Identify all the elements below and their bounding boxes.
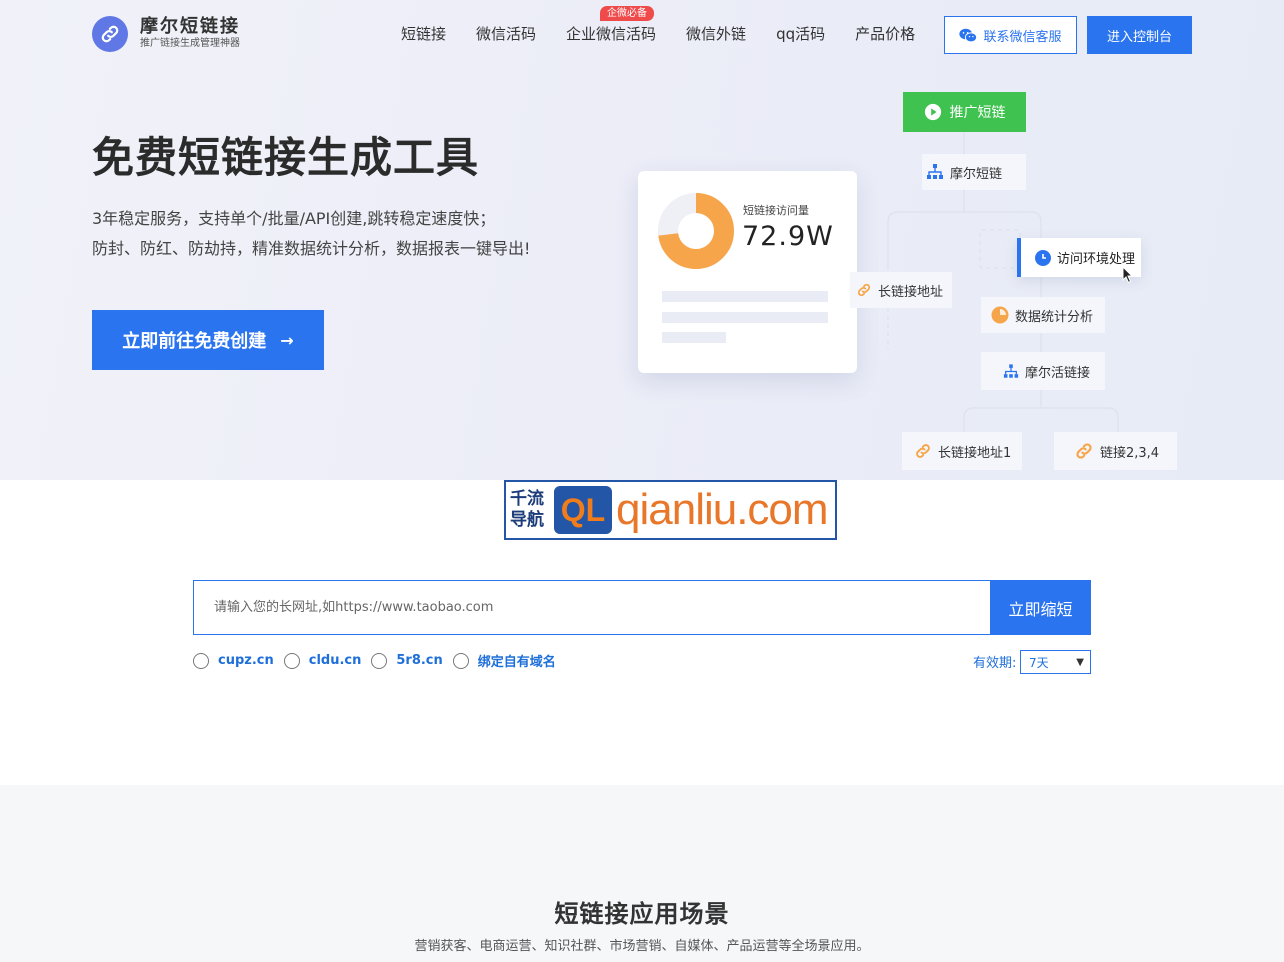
domain-label: 绑定自有域名: [477, 655, 556, 670]
node-long-link-1: 长链接地址1: [902, 432, 1022, 470]
hero-desc-line2: 防封、防红、防劫持，精准数据统计分析，数据报表一键导出!: [92, 239, 531, 258]
domain-option-custom[interactable]: 绑定自有域名: [452, 651, 556, 670]
domain-option[interactable]: cldu.cn: [283, 652, 362, 669]
create-free-button[interactable]: 立即前往免费创建 →: [92, 310, 324, 370]
link-chain-icon: [1074, 441, 1094, 461]
domain-option[interactable]: 5r8.cn: [371, 652, 443, 669]
nav-wechat-code[interactable]: 微信活码: [476, 24, 536, 44]
domain-label: cupz.cn: [218, 653, 274, 668]
validity-select[interactable]: 7天 ▼: [1020, 650, 1091, 674]
link-icon: [92, 16, 128, 52]
placeholder-bar: [662, 312, 828, 323]
nav-enterprise-wechat-label: 企业微信活码: [566, 25, 657, 43]
contact-wechat-label: 联系微信客服: [983, 29, 1062, 45]
wechat-icon: [959, 28, 978, 42]
validity-value: 7天: [1029, 655, 1049, 670]
scenarios-title: 短链接应用场景: [554, 900, 730, 928]
node-long-label: 长链接地址: [878, 284, 944, 300]
validity-label: 有效期:: [973, 656, 1017, 671]
link-chain-icon: [856, 282, 872, 298]
node-short-label: 摩尔短链: [950, 166, 1003, 182]
pie-chart-icon: [991, 306, 1009, 324]
qianliu-watermark-logo: 千流导航 QL qianliu.com: [504, 480, 837, 540]
radio-button[interactable]: [452, 652, 469, 669]
watermark-ql: QL: [554, 486, 612, 534]
clock-icon: [1035, 249, 1051, 266]
node-links-label: 链接2,3,4: [1100, 445, 1160, 461]
chevron-down-icon: ▼: [1076, 656, 1084, 668]
arrow-right-icon: →: [280, 330, 294, 350]
visits-stats-card: 短链接访问量 72.9W: [638, 171, 857, 373]
radio-button[interactable]: [193, 652, 209, 669]
console-button[interactable]: 进入控制台: [1087, 16, 1192, 54]
shorten-button[interactable]: 立即缩短: [990, 580, 1091, 635]
card-label: 短链接访问量: [743, 204, 809, 217]
card-value: 72.9W: [742, 221, 834, 252]
nav-pricing[interactable]: 产品价格: [855, 24, 915, 44]
promote-label: 推广短链: [949, 105, 1006, 121]
create-free-label: 立即前往免费创建: [122, 331, 267, 352]
nav-short-link[interactable]: 短链接: [401, 24, 446, 44]
node-env-label: 访问环境处理: [1057, 252, 1136, 267]
radio-button[interactable]: [283, 652, 300, 669]
nav-enterprise-wechat-code[interactable]: 企业微信活码 企微必备: [566, 6, 657, 44]
node-links-234: 链接2,3,4: [1054, 432, 1177, 470]
node-live-link: 摩尔活链接: [981, 352, 1105, 390]
sitemap-icon: [926, 164, 944, 180]
hero-desc-line1: 3年稳定服务，支持单个/批量/API创建,跳转稳定速度快；: [92, 209, 496, 228]
placeholder-bar: [662, 332, 726, 343]
hero-title: 免费短链接生成工具: [92, 133, 480, 182]
donut-chart-icon: [658, 193, 734, 269]
play-icon: [924, 103, 941, 121]
nav-qq-code[interactable]: qq活码: [776, 24, 825, 44]
domain-option[interactable]: cupz.cn: [193, 652, 274, 669]
watermark-cn: 千流导航: [510, 489, 544, 530]
brand-tagline: 推广链接生成管理神器: [140, 38, 240, 49]
nav-wechat-external[interactable]: 微信外链: [686, 24, 746, 44]
scenarios-subtitle: 营销获客、电商运营、知识社群、市场营销、自媒体、产品运营等全场景应用。: [414, 939, 870, 954]
link-chain-icon: [914, 442, 932, 460]
node-short-link: 摩尔短链: [922, 154, 1026, 190]
contact-wechat-button[interactable]: 联系微信客服: [944, 16, 1077, 54]
hero-section: 摩尔短链接 推广链接生成管理神器 短链接 微信活码 企业微信活码 企微必备 微信…: [0, 0, 1284, 480]
node-live-label: 摩尔活链接: [1025, 365, 1091, 381]
radio-button[interactable]: [371, 652, 388, 669]
node-stats-label: 数据统计分析: [1015, 309, 1094, 325]
hero-description: 3年稳定服务，支持单个/批量/API创建,跳转稳定速度快； 防封、防红、防劫持，…: [92, 204, 530, 264]
domain-label: 5r8.cn: [396, 653, 443, 668]
node-long-link: 长链接地址: [850, 272, 952, 308]
long-url-input[interactable]: [193, 580, 991, 635]
brand-name: 摩尔短链接: [140, 16, 240, 37]
watermark-url: qianliu.com: [616, 485, 829, 534]
brand-logo[interactable]: 摩尔短链接 推广链接生成管理神器: [92, 16, 240, 52]
domain-options: cupz.cn cldu.cn 5r8.cn 绑定自有域名: [193, 651, 566, 670]
nav-badge: 企微必备: [600, 6, 655, 21]
sitemap-icon: [1003, 363, 1019, 379]
domain-label: cldu.cn: [308, 653, 362, 668]
main-nav: 短链接 微信活码 企业微信活码 企微必备 微信外链 qq活码 产品价格: [401, 6, 945, 44]
node-data-stats: 数据统计分析: [981, 297, 1105, 333]
node-long1-label: 长链接地址1: [938, 445, 1012, 461]
cursor-icon: [1122, 266, 1134, 284]
promote-shortlink-button[interactable]: 推广短链: [903, 92, 1026, 132]
placeholder-bar: [662, 291, 828, 302]
